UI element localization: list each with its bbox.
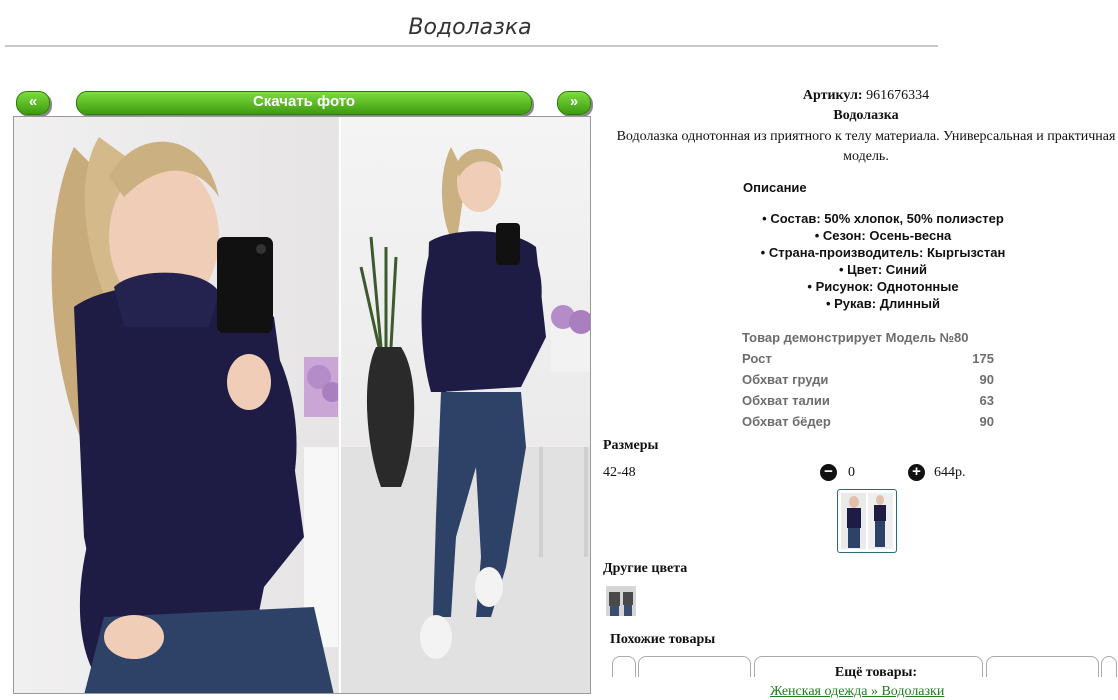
price: 644р. [934,465,966,480]
description-heading: Описание [743,180,807,195]
title-divider [5,45,938,47]
minus-circle-icon[interactable]: − [820,464,837,481]
product-description: Водолазка однотонная из приятного к телу… [616,129,1116,164]
model-heading: Товар демонстрирует Модель №80 [742,329,994,350]
measurement-label: Обхват бёдер [742,414,831,429]
photo-full-length [339,117,590,693]
prev-photo-button[interactable]: « [16,91,50,115]
feature-item: Рукав: Длинный [743,295,1023,312]
product-name: Водолазка [833,108,899,123]
model-measurements: Товар демонстрирует Модель №80 Рост 175 О… [742,329,994,434]
more-products-heading: Ещё товары: [834,665,918,680]
color-variant-thumbnail[interactable] [606,586,636,616]
next-photo-button[interactable]: » [557,91,591,115]
measurement-value: 175 [972,351,994,366]
size-value: 42-48 [603,465,636,480]
measurement-row: Рост 175 [742,350,994,371]
measurement-row: Обхват бёдер 90 [742,413,994,434]
photo-thumbnail[interactable] [837,489,897,553]
feature-item: Сезон: Осень-весна [743,227,1023,244]
other-colors-heading: Другие цвета [603,561,688,576]
thumbnail-image [841,493,893,549]
measurement-row: Обхват талии 63 [742,392,994,413]
feature-item: Цвет: Синий [743,261,1023,278]
article-line: Артикул: 961676334 [614,88,1118,104]
model-closeup-illustration [51,137,338,693]
sizes-heading: Размеры [603,438,659,453]
category-breadcrumb-link[interactable]: Женская одежда » Водолазки [770,684,944,700]
product-photo[interactable] [13,116,591,694]
photo-closeup [14,117,338,693]
similar-products-heading: Похожие товары [610,632,716,647]
article-label: Артикул: [802,88,863,103]
model-heading-text: Товар демонстрирует Модель №80 [742,330,969,345]
measurement-value: 63 [979,393,994,408]
plus-circle-icon[interactable]: + [908,464,925,481]
model-full-illustration [341,147,590,693]
feature-item: Страна-производитель: Кыргызстан [743,244,1023,261]
measurement-label: Обхват талии [742,393,830,408]
feature-item: Состав: 50% хлопок, 50% полиэстер [743,210,1023,227]
color-variant-image [606,586,636,616]
feature-item: Рисунок: Однотонные [743,278,1023,295]
feature-list: Состав: 50% хлопок, 50% полиэстер Сезон:… [743,210,1023,312]
article-value: 961676334 [866,88,930,103]
quantity-value: 0 [848,465,855,480]
measurement-value: 90 [979,372,994,387]
measurement-row: Обхват груди 90 [742,371,994,392]
page-title: Водолазка [408,15,532,40]
download-photo-button[interactable]: Скачать фото [76,91,532,115]
measurement-value: 90 [979,414,994,429]
measurement-label: Рост [742,351,772,366]
measurement-label: Обхват груди [742,372,829,387]
